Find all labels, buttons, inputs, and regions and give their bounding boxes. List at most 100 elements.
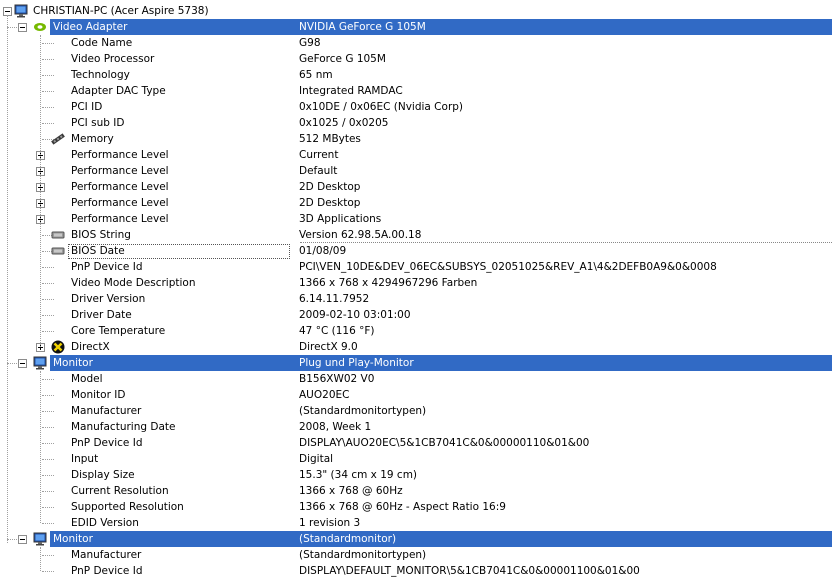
tree-item[interactable]: Display Size 15.3" (34 cm x 19 cm)	[0, 467, 832, 483]
tree-item[interactable]: PnP Device Id DISPLAY\DEFAULT_MONITOR\5&1…	[0, 563, 832, 579]
item-value: PCI\VEN_10DE&DEV_06EC&SUBSYS_02051025&RE…	[299, 261, 717, 273]
item-label: Performance Level	[71, 149, 169, 161]
tree-root[interactable]: CHRISTIAN-PC (Acer Aspire 5738)	[0, 3, 832, 19]
tree-item[interactable]: Adapter DAC Type Integrated RAMDAC	[0, 83, 832, 99]
tree-guide-line	[40, 371, 41, 523]
item-label: DirectX	[71, 341, 110, 353]
tree-item[interactable]: DirectX DirectX 9.0	[0, 339, 832, 355]
selection-highlight	[50, 355, 832, 371]
computer-icon	[14, 4, 28, 18]
item-value: Current	[299, 149, 339, 161]
tree-item[interactable]: Technology 65 nm	[0, 67, 832, 83]
item-label: Performance Level	[71, 197, 169, 209]
tree-item[interactable]: Video Mode Description 1366 x 768 x 42949…	[0, 275, 832, 291]
item-label: PnP Device Id	[71, 565, 143, 577]
tree-item[interactable]: PnP Device Id PCI\VEN_10DE&DEV_06EC&SUBSY…	[0, 259, 832, 275]
tree-connector	[42, 59, 54, 60]
tree-item[interactable]: Manufacturer (Standardmonitortypen)	[0, 403, 832, 419]
item-value: 2D Desktop	[299, 197, 361, 209]
tree-item[interactable]: PCI ID 0x10DE / 0x06EC (Nvidia Corp)	[0, 99, 832, 115]
item-label: BIOS String	[71, 229, 131, 241]
item-label: Model	[71, 373, 103, 385]
tree-item[interactable]: Performance Level 2D Desktop	[0, 195, 832, 211]
item-value: 01/08/09	[299, 245, 347, 257]
item-value: 65 nm	[299, 69, 333, 81]
item-value: Default	[299, 165, 338, 177]
tree-group-3[interactable]: Monitor (Standardmonitor)	[0, 531, 832, 547]
tree-item[interactable]: Performance Level Default	[0, 163, 832, 179]
tree-item[interactable]: PCI sub ID 0x1025 / 0x0205	[0, 115, 832, 131]
tree-connector	[42, 43, 54, 44]
item-label: Technology	[71, 69, 130, 81]
tree-item[interactable]: Performance Level 3D Applications	[0, 211, 832, 227]
item-label: Performance Level	[71, 181, 169, 193]
tree-item[interactable]: BIOS String Version 62.98.5A.00.18	[0, 227, 832, 243]
item-value: 1 revision 3	[299, 517, 361, 529]
item-value: 1366 x 768 x 4294967296 Farben	[299, 277, 478, 289]
tree-item[interactable]: Driver Version 6.14.11.7952	[0, 291, 832, 307]
item-label: EDID Version	[71, 517, 139, 529]
tree-connector	[42, 379, 54, 380]
collapse-icon[interactable]	[18, 23, 27, 32]
item-value: DirectX 9.0	[299, 341, 358, 353]
tree-item[interactable]: Input Digital	[0, 451, 832, 467]
tree-item[interactable]: Code Name G98	[0, 35, 832, 51]
tree-item[interactable]: PnP Device Id DISPLAY\AUO20EC\5&1CB7041C&…	[0, 435, 832, 451]
tree-item[interactable]: Model B156XW02 V0	[0, 371, 832, 387]
item-label: Current Resolution	[71, 485, 169, 497]
tree-item[interactable]: Current Resolution 1366 x 768 @ 60Hz	[0, 483, 832, 499]
tree-connector	[42, 283, 54, 284]
tree-connector	[7, 539, 17, 540]
tree-item[interactable]: Performance Level 2D Desktop	[0, 179, 832, 195]
tree-item[interactable]: Performance Level Current	[0, 147, 832, 163]
group-value: NVIDIA GeForce G 105M	[299, 21, 426, 33]
tree-item[interactable]: BIOS Date 01/08/09	[0, 243, 832, 259]
tree-connector	[42, 315, 54, 316]
item-value: (Standardmonitortypen)	[299, 549, 427, 561]
selection-highlight	[50, 19, 832, 35]
hardware-tree[interactable]: CHRISTIAN-PC (Acer Aspire 5738) Video Ada…	[0, 3, 832, 579]
tree-item[interactable]: Monitor ID AUO20EC	[0, 387, 832, 403]
tree-guide-line	[7, 15, 8, 543]
collapse-icon[interactable]	[18, 359, 27, 368]
item-label: Supported Resolution	[71, 501, 184, 513]
tree-item[interactable]: Manufacturing Date 2008, Week 1	[0, 419, 832, 435]
item-label: Manufacturer	[71, 549, 142, 561]
tree-item[interactable]: Supported Resolution 1366 x 768 @ 60Hz - …	[0, 499, 832, 515]
item-label: PCI sub ID	[71, 117, 125, 129]
tree-group-2[interactable]: Monitor Plug und Play-Monitor	[0, 355, 832, 371]
monitor-icon	[33, 356, 47, 370]
chip-icon	[51, 244, 65, 258]
group-label: Monitor	[53, 533, 93, 545]
item-value: GeForce G 105M	[299, 53, 386, 65]
item-value: B156XW02 V0	[299, 373, 375, 385]
item-value: Version 62.98.5A.00.18	[299, 229, 422, 241]
item-label: Manufacturing Date	[71, 421, 176, 433]
item-value: G98	[299, 37, 321, 49]
group-label: Video Adapter	[53, 21, 128, 33]
directx-icon	[51, 340, 65, 354]
item-value: 512 MBytes	[299, 133, 361, 145]
tree-item[interactable]: Driver Date 2009-02-10 03:01:00	[0, 307, 832, 323]
item-label: Driver Date	[71, 309, 132, 321]
tree-connector	[42, 107, 54, 108]
tree-item[interactable]: Manufacturer (Standardmonitortypen)	[0, 547, 832, 563]
item-value: 47 °C (116 °F)	[299, 325, 375, 337]
item-value: 3D Applications	[299, 213, 382, 225]
item-label: Monitor ID	[71, 389, 126, 401]
item-value: 0x10DE / 0x06EC (Nvidia Corp)	[299, 101, 464, 113]
tree-item[interactable]: EDID Version 1 revision 3	[0, 515, 832, 531]
tree-connector	[7, 363, 17, 364]
tree-guide-line	[40, 35, 41, 347]
tree-item[interactable]: Core Temperature 47 °C (116 °F)	[0, 323, 832, 339]
tree-guide-line	[40, 547, 41, 571]
tree-item[interactable]: Memory 512 MBytes	[0, 131, 832, 147]
tree-connector	[42, 123, 54, 124]
tree-item[interactable]: Video Processor GeForce G 105M	[0, 51, 832, 67]
tree-connector	[42, 395, 54, 396]
tree-group-1[interactable]: Video Adapter NVIDIA GeForce G 105M	[0, 19, 832, 35]
item-label: PCI ID	[71, 101, 103, 113]
collapse-icon[interactable]	[18, 535, 27, 544]
chip-icon	[51, 228, 65, 242]
item-value: 6.14.11.7952	[299, 293, 370, 305]
